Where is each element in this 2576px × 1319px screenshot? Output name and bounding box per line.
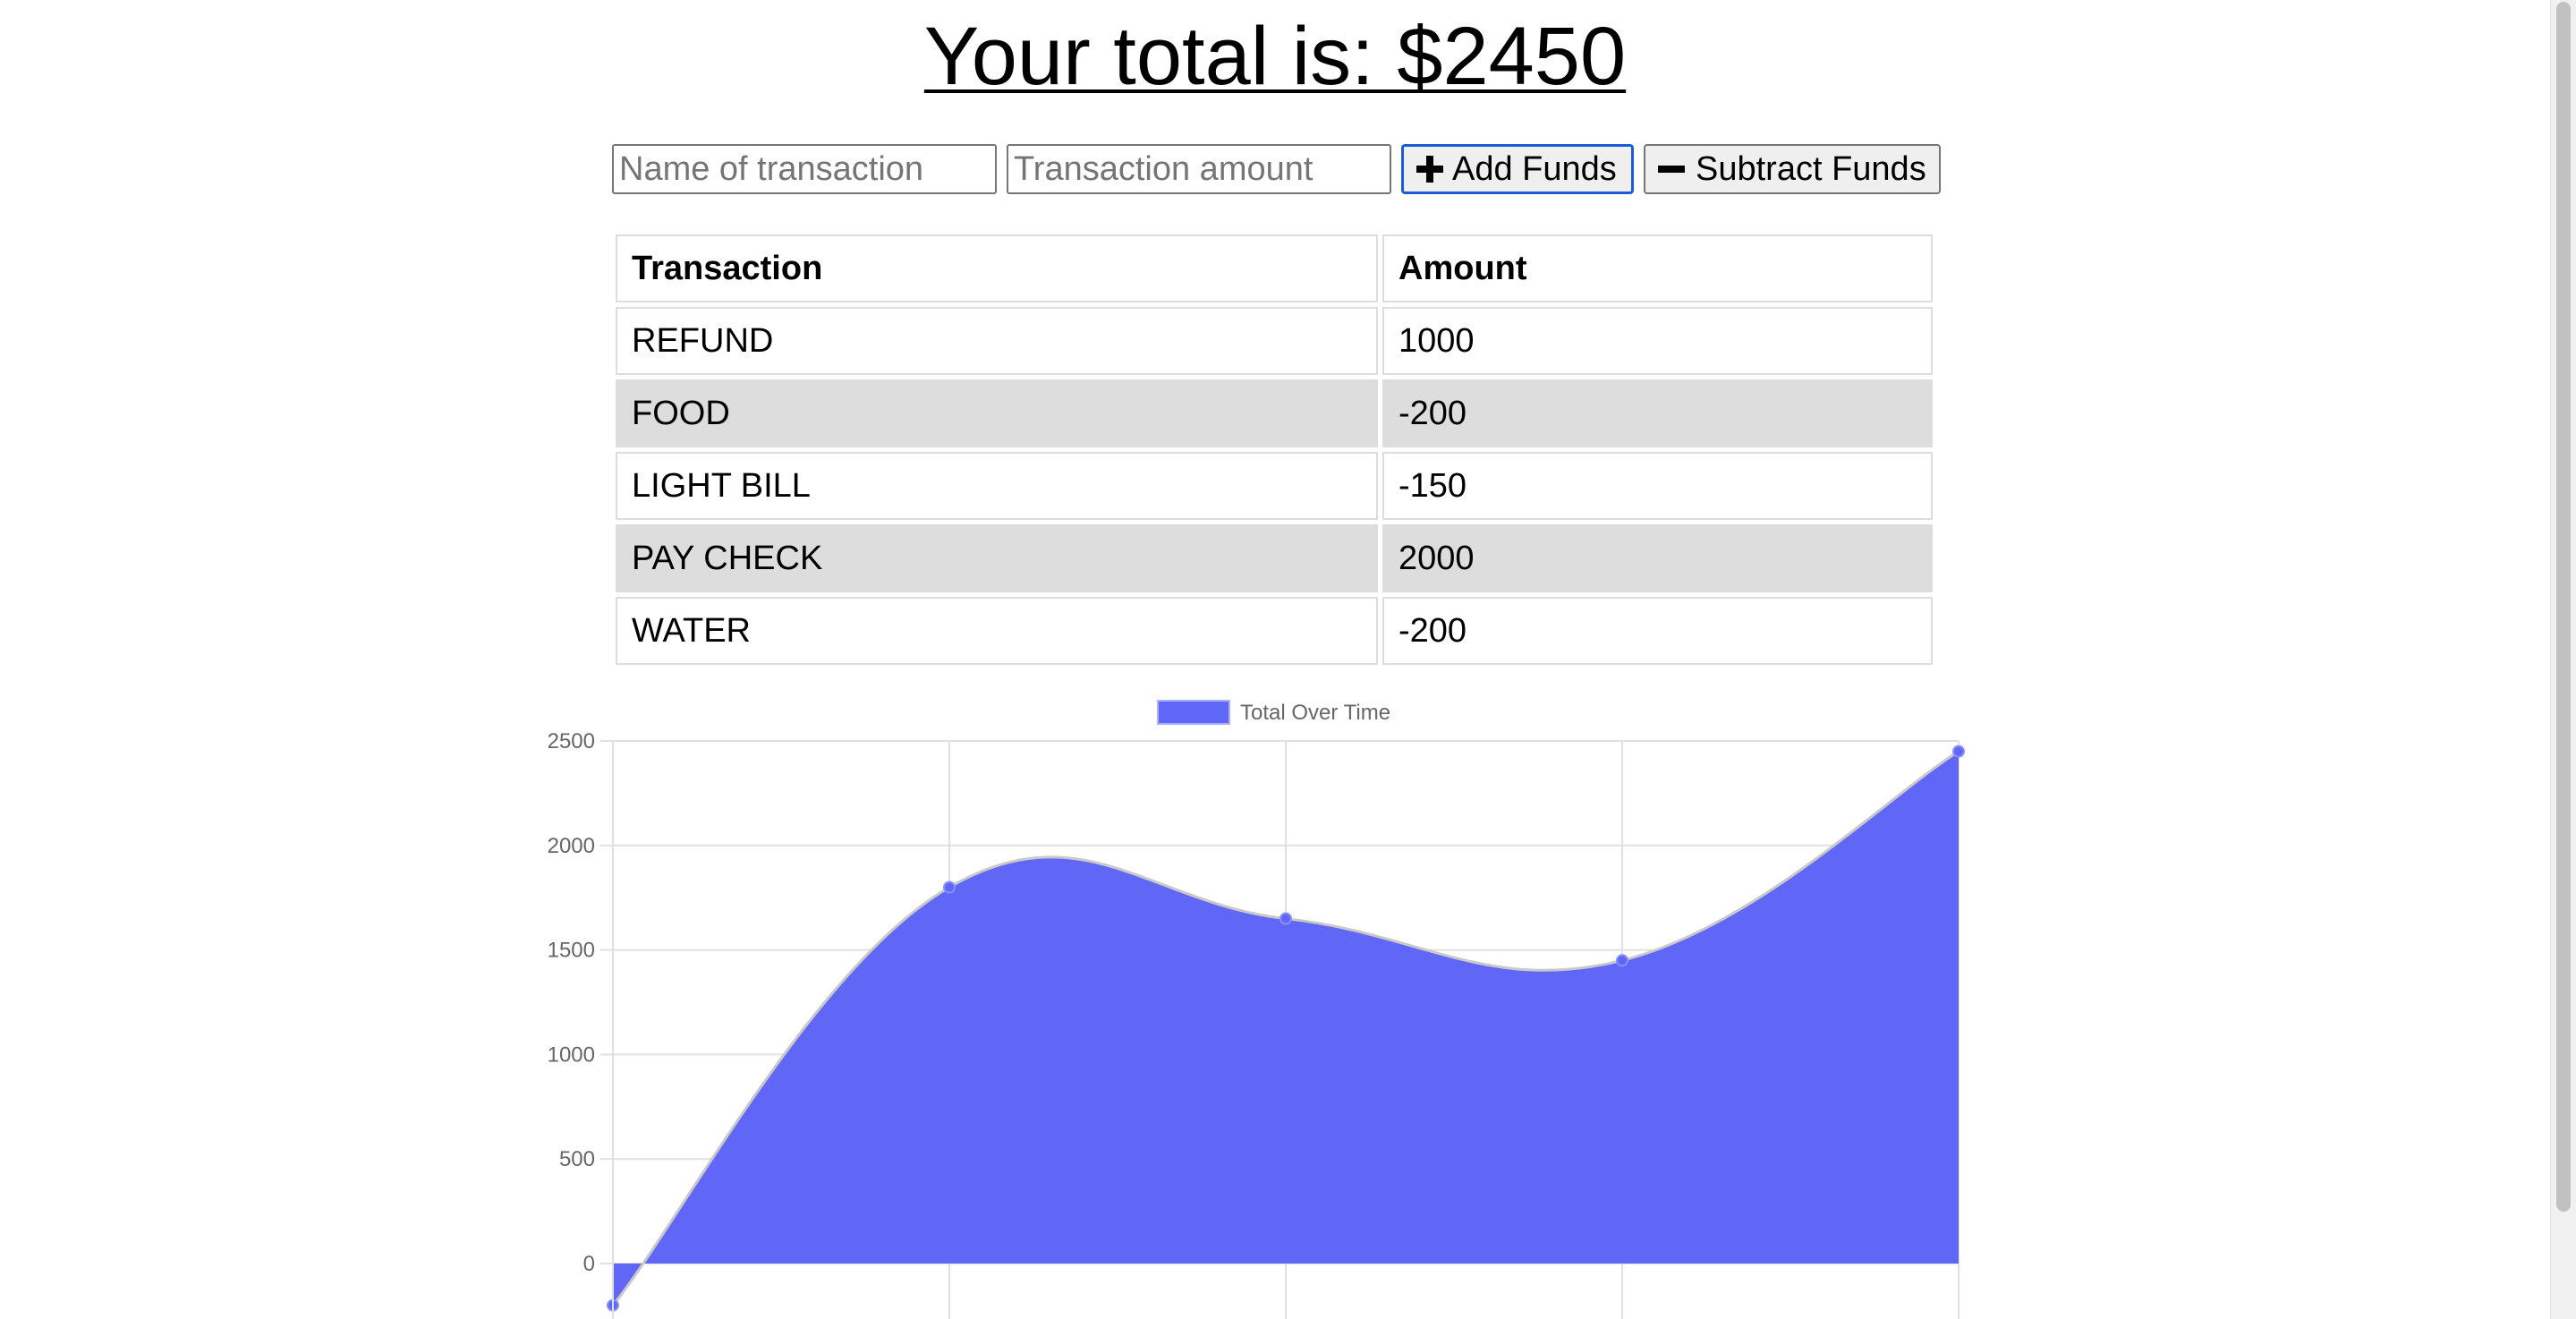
y-tick-label: 1000 [548, 1042, 595, 1067]
data-point[interactable] [943, 881, 956, 894]
budget-page: Your total is: $2450 Add Funds Subtract … [0, 0, 2576, 1319]
y-tick-label: 2500 [548, 729, 595, 753]
y-tick-label: 0 [583, 1252, 595, 1276]
scrollbar-thumb[interactable] [2556, 2, 2571, 1212]
data-point[interactable] [1279, 912, 1292, 925]
vertical-scrollbar[interactable] [2550, 0, 2576, 1319]
y-tick-label: 1500 [548, 939, 595, 963]
y-tick-label: 500 [559, 1147, 595, 1171]
legend-label: Total Over Time [1240, 701, 1390, 725]
total-over-time-chart: 0 500 1000 1500 2000 2500 Total Over Time [548, 700, 1965, 1319]
data-point[interactable] [1952, 745, 1965, 758]
data-point[interactable] [1616, 954, 1628, 967]
y-tick-label: 2000 [548, 834, 595, 858]
chart-legend[interactable]: Total Over Time [1157, 700, 1390, 725]
legend-swatch [1157, 700, 1230, 725]
